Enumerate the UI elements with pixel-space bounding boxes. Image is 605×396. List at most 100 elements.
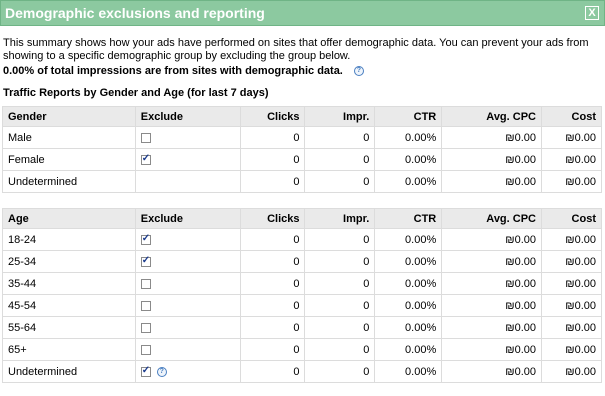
ctr-cell: 0.00% — [374, 126, 443, 149]
avg-cpc-cell: ₪0.00 — [441, 294, 542, 317]
exclude-checkbox[interactable] — [140, 300, 151, 311]
avg-cpc-cell: ₪0.00 — [441, 170, 542, 193]
exclude-checkbox[interactable] — [140, 255, 151, 267]
exclude-checkbox[interactable] — [140, 278, 151, 289]
column-header-ctr[interactable]: CTR — [374, 106, 443, 127]
clicks-cell: 0 — [239, 272, 306, 295]
table-row: Male 0 0 0.00% ₪0.00 ₪0.00 — [2, 126, 602, 149]
cost-cell: ₪0.00 — [541, 360, 602, 383]
table-row: 65+ 0 0 0.00% ₪0.00 ₪0.00 — [2, 338, 602, 361]
ctr-cell: 0.00% — [374, 272, 443, 295]
cost-cell: ₪0.00 — [541, 316, 602, 339]
exclude-checkbox[interactable] — [140, 132, 151, 143]
cost-cell: ₪0.00 — [541, 272, 602, 295]
column-header-clicks[interactable]: Clicks — [239, 106, 306, 127]
avg-cpc-cell: ₪0.00 — [441, 338, 542, 361]
impr-cell: 0 — [304, 170, 376, 193]
clicks-cell: 0 — [239, 294, 306, 317]
exclude-checkbox[interactable] — [140, 322, 151, 333]
row-label: Male — [2, 126, 136, 149]
exclude-cell — [134, 294, 241, 317]
exclude-cell — [134, 148, 241, 171]
exclude-cell — [134, 126, 241, 149]
impr-cell: 0 — [304, 126, 376, 149]
clicks-cell: 0 — [239, 250, 306, 273]
clicks-cell: 0 — [239, 360, 306, 383]
table-row: 35-44 0 0 0.00% ₪0.00 ₪0.00 — [2, 272, 602, 295]
ctr-cell: 0.00% — [374, 360, 443, 383]
column-header-cost[interactable]: Cost — [541, 106, 602, 127]
clicks-cell: 0 — [239, 170, 306, 193]
help-icon[interactable]: ? — [353, 66, 364, 77]
row-label: 55-64 — [2, 316, 136, 339]
exclude-cell — [134, 170, 241, 193]
column-header-age: Age — [2, 208, 136, 229]
clicks-cell: 0 — [239, 316, 306, 339]
dialog-title: Demographic exclusions and reporting — [5, 5, 265, 21]
ctr-cell: 0.00% — [374, 250, 443, 273]
gender-table: Gender Exclude Clicks Impr. CTR Avg. CPC… — [2, 106, 602, 193]
ctr-cell: 0.00% — [374, 148, 443, 171]
row-label: 45-54 — [2, 294, 136, 317]
avg-cpc-cell: ₪0.00 — [441, 126, 542, 149]
close-button[interactable]: X — [585, 6, 599, 20]
clicks-cell: 0 — [239, 126, 306, 149]
clicks-cell: 0 — [239, 148, 306, 171]
exclude-cell — [134, 250, 241, 273]
impr-cell: 0 — [304, 294, 376, 317]
exclude-checkbox[interactable] — [140, 344, 151, 355]
impr-cell: 0 — [304, 250, 376, 273]
avg-cpc-cell: ₪0.00 — [441, 148, 542, 171]
table-row: 45-54 0 0 0.00% ₪0.00 ₪0.00 — [2, 294, 602, 317]
avg-cpc-cell: ₪0.00 — [441, 228, 542, 251]
ctr-cell: 0.00% — [374, 316, 443, 339]
avg-cpc-cell: ₪0.00 — [441, 316, 542, 339]
impr-cell: 0 — [304, 360, 376, 383]
impr-cell: 0 — [304, 272, 376, 295]
column-header-cost[interactable]: Cost — [541, 208, 602, 229]
impr-cell: 0 — [304, 338, 376, 361]
dialog-titlebar: Demographic exclusions and reporting X — [0, 0, 605, 26]
exclude-cell: ? — [134, 360, 241, 383]
row-label: 35-44 — [2, 272, 136, 295]
column-header-gender: Gender — [2, 106, 136, 127]
summary-text: 0.00% of total impressions are from site… — [3, 65, 343, 77]
column-header-avg-cpc[interactable]: Avg. CPC — [441, 208, 542, 229]
column-header-avg-cpc[interactable]: Avg. CPC — [441, 106, 542, 127]
clicks-cell: 0 — [239, 338, 306, 361]
avg-cpc-cell: ₪0.00 — [441, 272, 542, 295]
cost-cell: ₪0.00 — [541, 294, 602, 317]
section-title: Traffic Reports by Gender and Age (for l… — [3, 87, 269, 99]
cost-cell: ₪0.00 — [541, 250, 602, 273]
cost-cell: ₪0.00 — [541, 338, 602, 361]
column-header-exclude: Exclude — [134, 208, 241, 229]
table-row: Undetermined 0 0 0.00% ₪0.00 ₪0.00 — [2, 170, 602, 193]
ctr-cell: 0.00% — [374, 294, 443, 317]
ctr-cell: 0.00% — [374, 228, 443, 251]
exclude-checkbox[interactable] — [140, 153, 151, 165]
column-header-impr[interactable]: Impr. — [304, 208, 376, 229]
impr-cell: 0 — [304, 228, 376, 251]
column-header-exclude: Exclude — [134, 106, 241, 127]
exclude-cell — [134, 272, 241, 295]
impressions-summary: 0.00% of total impressions are from site… — [3, 65, 364, 77]
description-text: This summary shows how your ads have per… — [3, 37, 589, 62]
column-header-ctr[interactable]: CTR — [374, 208, 443, 229]
table-header-row: Age Exclude Clicks Impr. CTR Avg. CPC Co… — [2, 208, 602, 229]
exclude-checkbox[interactable] — [140, 365, 151, 377]
row-label: 25-34 — [2, 250, 136, 273]
row-label: 18-24 — [2, 228, 136, 251]
ctr-cell: 0.00% — [374, 170, 443, 193]
help-icon[interactable]: ? — [156, 366, 167, 377]
cost-cell: ₪0.00 — [541, 126, 602, 149]
avg-cpc-cell: ₪0.00 — [441, 360, 542, 383]
column-header-impr[interactable]: Impr. — [304, 106, 376, 127]
exclude-cell — [134, 338, 241, 361]
column-header-clicks[interactable]: Clicks — [239, 208, 306, 229]
row-label: 65+ — [2, 338, 136, 361]
impr-cell: 0 — [304, 148, 376, 171]
cost-cell: ₪0.00 — [541, 228, 602, 251]
cost-cell: ₪0.00 — [541, 148, 602, 171]
exclude-checkbox[interactable] — [140, 233, 151, 245]
ctr-cell: 0.00% — [374, 338, 443, 361]
